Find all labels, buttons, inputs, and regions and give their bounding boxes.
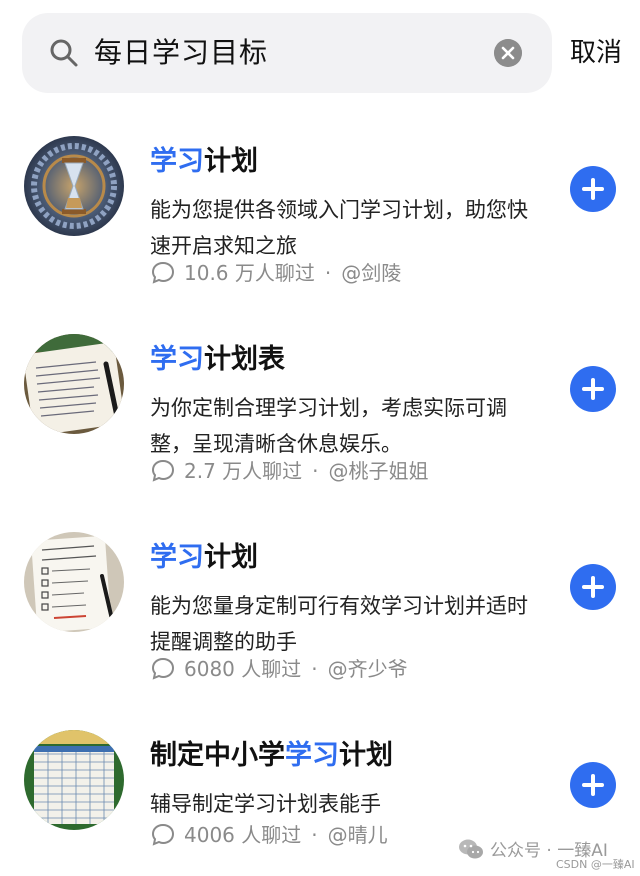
- separator: ·: [311, 657, 318, 681]
- result-meta: 10.6 万人聊过 · @剑陵: [150, 256, 401, 290]
- search-results-page: 每日学习目标 取消 学习计划 能为您提供各领域入门学习计划，助您快速开启求知之旅…: [0, 0, 640, 876]
- author[interactable]: @晴儿: [328, 818, 388, 852]
- result-title: 学习计划: [150, 542, 258, 573]
- author[interactable]: @齐少爷: [328, 652, 408, 686]
- result-title: 学习计划表: [150, 344, 285, 375]
- result-description: 辅导制定学习计划表能手: [150, 792, 381, 816]
- separator: ·: [312, 459, 319, 483]
- bot-avatar-checklist: [24, 532, 124, 632]
- add-button[interactable]: [570, 564, 616, 610]
- search-query[interactable]: 每日学习目标: [94, 33, 268, 73]
- search-input[interactable]: 每日学习目标: [22, 13, 552, 93]
- result-item[interactable]: 学习计划 能为您量身定制可行有效学习计划并适时提醒调整的助手 6080 人聊过 …: [0, 532, 640, 712]
- result-description: 能为您提供各领域入门学习计划，助您快速开启求知之旅: [150, 198, 528, 258]
- result-meta: 6080 人聊过 · @齐少爷: [150, 652, 408, 686]
- separator: ·: [324, 261, 332, 285]
- chat-bubble-icon: [151, 459, 175, 482]
- chat-bubble-icon: [151, 261, 175, 284]
- chat-count: 6080 人聊过: [184, 657, 302, 681]
- cancel-button[interactable]: 取消: [570, 33, 622, 73]
- csdn-watermark: CSDN @一臻AI: [556, 858, 635, 871]
- result-meta: 2.7 万人聊过 · @桃子姐姐: [150, 454, 429, 488]
- bot-avatar-notebook: [24, 334, 124, 434]
- search-icon: [50, 39, 78, 67]
- chat-count: 10.6 万人聊过: [184, 261, 315, 285]
- result-item[interactable]: 学习计划 能为您提供各领域入门学习计划，助您快速开启求知之旅 10.6 万人聊过…: [0, 136, 640, 316]
- add-button[interactable]: [570, 366, 616, 412]
- add-button[interactable]: [570, 166, 616, 212]
- separator: ·: [311, 823, 318, 847]
- result-title: 制定中小学学习计划: [150, 740, 393, 771]
- chat-bubble-icon: [151, 657, 175, 680]
- chat-count: 2.7 万人聊过: [184, 459, 303, 483]
- result-meta: 4006 人聊过 · @晴儿: [150, 818, 388, 852]
- bot-avatar-schedule: [24, 730, 124, 830]
- result-title: 学习计划: [150, 146, 258, 177]
- result-description: 能为您量身定制可行有效学习计划并适时提醒调整的助手: [150, 594, 528, 654]
- result-item[interactable]: 学习计划表 为你定制合理学习计划，考虑实际可调整，呈现清晰含休息娱乐。 2.7 …: [0, 334, 640, 514]
- wechat-icon: [459, 839, 483, 858]
- clear-icon[interactable]: [494, 39, 522, 67]
- result-description: 为你定制合理学习计划，考虑实际可调整，呈现清晰含休息娱乐。: [150, 396, 507, 456]
- add-button[interactable]: [570, 762, 616, 808]
- author[interactable]: @桃子姐姐: [329, 454, 429, 488]
- search-row: 每日学习目标 取消: [22, 13, 632, 93]
- chat-count: 4006 人聊过: [184, 823, 302, 847]
- chat-bubble-icon: [151, 823, 175, 846]
- author[interactable]: @剑陵: [341, 256, 401, 290]
- bot-avatar-hourglass: [24, 136, 124, 236]
